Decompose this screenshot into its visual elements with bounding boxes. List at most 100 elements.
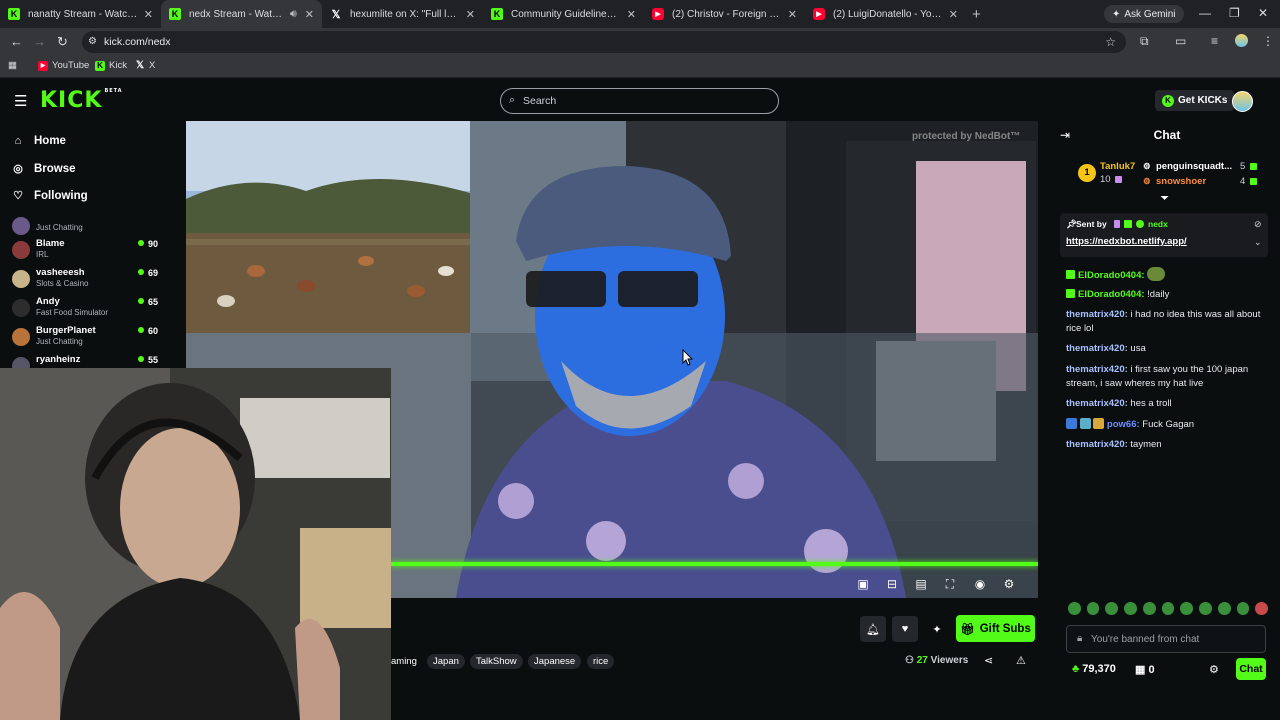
new-tab-button[interactable]: + [972, 6, 981, 23]
chat-message: ElDorado0404: !daily [1066, 288, 1271, 302]
emote-button[interactable] [1236, 602, 1250, 615]
search-input[interactable] [523, 92, 763, 110]
sidebar-channel[interactable]: BurgerPlanet Just Chatting 60 [12, 324, 162, 352]
close-icon[interactable]: ✕ [144, 8, 153, 21]
bookmark-kick[interactable]: K Kick [95, 60, 127, 71]
chat-title: Chat [1153, 128, 1181, 142]
bookmark-youtube[interactable]: ▶ YouTube [38, 60, 89, 71]
sidebar-channel[interactable]: Andy Fast Food Simulator 65 [12, 295, 162, 323]
close-icon[interactable]: ✕ [466, 8, 475, 21]
emote-button[interactable] [1086, 602, 1100, 615]
close-icon[interactable]: ✕ [627, 8, 636, 21]
nav-following[interactable]: ♡ Following [12, 189, 88, 203]
tag-chip[interactable]: Japan [427, 654, 465, 669]
mini-player-icon[interactable]: ▣ [855, 577, 871, 593]
chat-panel: ⇥ Chat 1 Tanluk7 10 ⚙ penguinsquadt... 5… [1054, 120, 1280, 720]
apps-grid-icon[interactable]: ▦ [8, 60, 17, 71]
chat-settings-icon[interactable]: ⚙ [1209, 663, 1219, 676]
pinned-link[interactable]: https://nedxbot.netlify.app/ [1066, 236, 1187, 247]
channel-avatar [12, 241, 30, 259]
kick-logo[interactable]: KICK BETA [40, 88, 123, 113]
clip-icon[interactable]: ⊟ [884, 577, 900, 593]
playback-speed-icon[interactable]: ◉ [972, 577, 988, 593]
close-icon[interactable]: ✕ [788, 8, 797, 21]
reload-button[interactable]: ↻ [57, 34, 68, 50]
emote-button[interactable] [1105, 602, 1119, 615]
nav-browse[interactable]: ◎ Browse [12, 162, 75, 176]
cast-icon[interactable]: ▭ [1175, 34, 1186, 48]
report-warning-icon[interactable]: ⚠ [1016, 654, 1026, 667]
hamburger-menu-icon[interactable]: ☰ [14, 92, 27, 110]
kicks-balance[interactable]: ♣ 79,370 [1072, 663, 1116, 675]
site-info-icon[interactable]: ⚙︎ [88, 36, 97, 47]
search-box[interactable]: ⌕ [500, 88, 779, 114]
follow-heart-button[interactable]: ♥ [892, 616, 918, 642]
menu-kebab-icon[interactable]: ⋮ [1262, 34, 1274, 48]
progress-bar[interactable] [391, 562, 1038, 566]
notifications-bell-button[interactable]: 🔔︎ [860, 616, 886, 642]
browser-tab[interactable]: ▶ (2) LuigiDonatello - YouTube ✕ [805, 0, 966, 28]
browser-tab[interactable]: 𝕏 hexumlite on X: "Full leadup an ✕ [322, 0, 483, 28]
nav-home[interactable]: ⌂ Home [12, 135, 66, 147]
bookmark-x[interactable]: 𝕏 X [135, 60, 155, 71]
bookmark-star-icon[interactable]: ☆ [1105, 35, 1116, 49]
emote-button[interactable] [1161, 602, 1175, 615]
browser-tab-bar: K nanatty Stream - Watch Live o ✕ K nedx… [0, 0, 1280, 28]
forward-button[interactable]: → [33, 34, 46, 49]
leader-name[interactable]: snowshoer [1156, 176, 1206, 187]
pinned-sender[interactable]: nedx [1148, 219, 1168, 229]
speaker-icon[interactable]: 🔊︎ [290, 8, 297, 21]
fullscreen-icon[interactable]: ⛶ [942, 577, 958, 593]
sub-badge-icon [1115, 176, 1122, 183]
browser-tab-active[interactable]: K nedx Stream - Watch Live o 🔊︎ ✕ [161, 0, 322, 28]
ask-gemini-button[interactable]: ✦ Ask Gemini [1104, 5, 1184, 23]
unpin-icon[interactable]: ⊘ [1254, 219, 1262, 230]
emote-button[interactable] [1217, 602, 1231, 615]
close-icon[interactable]: ✕ [305, 8, 314, 21]
send-chat-button[interactable]: Chat [1236, 658, 1266, 680]
leader-name[interactable]: penguinsquadt... [1156, 161, 1232, 172]
sidebar-channel[interactable]: Blame IRL 90 [12, 237, 162, 265]
close-icon[interactable]: ✕ [949, 8, 958, 21]
chat-input[interactable] [1091, 631, 1261, 647]
viewer-count: 60 [138, 326, 158, 336]
get-kicks-button[interactable]: K Get KICKs [1155, 90, 1235, 111]
address-bar[interactable]: ⚙︎ kick.com/nedx ☆ [82, 31, 1126, 53]
close-window-button[interactable]: ✕ [1258, 6, 1268, 20]
back-button[interactable]: ← [10, 34, 23, 49]
emote-button[interactable] [1124, 602, 1137, 615]
bookmarks-bar: ▦ ▶ YouTube K Kick 𝕏 X [0, 56, 1280, 78]
user-avatar[interactable] [1232, 91, 1253, 112]
chat-message: thematrix420: hes a troll [1066, 398, 1172, 409]
tag-chip[interactable]: Japanese [528, 654, 582, 669]
browser-tab[interactable]: K nanatty Stream - Watch Live o ✕ [0, 0, 161, 28]
browser-tab[interactable]: ▶ (2) Christov - Foreign (iamMAN ✕ [644, 0, 805, 28]
emote-button[interactable] [1199, 602, 1212, 615]
browser-tab[interactable]: K Community Guidelines - Kick S ✕ [483, 0, 644, 28]
channel-avatar [12, 328, 30, 346]
maximize-button[interactable]: ❐ [1229, 6, 1240, 20]
leader-name[interactable]: Tanluk7 [1100, 161, 1135, 172]
rank-badge: 1 [1078, 164, 1096, 182]
emote-button[interactable] [1255, 602, 1269, 615]
sidebar-channel[interactable]: vasheeesh Slots & Casino 69 [12, 266, 162, 294]
emote-button[interactable] [1180, 602, 1194, 615]
leader-icon: ⚙ [1143, 161, 1151, 171]
minimize-button[interactable]: — [1199, 6, 1211, 20]
reading-list-icon[interactable]: ≡ [1211, 34, 1218, 48]
settings-gear-icon[interactable]: ⚙ [1001, 577, 1017, 593]
expand-pinned-icon[interactable]: ⌄ [1254, 237, 1262, 248]
emote-button[interactable] [1142, 602, 1156, 615]
tab-title: nedx Stream - Watch Live o [189, 8, 284, 20]
profile-avatar[interactable] [1235, 34, 1248, 47]
tag-chip[interactable]: TalkShow [470, 654, 523, 669]
emote-button[interactable] [1068, 602, 1081, 615]
share-icon[interactable]: ⋖ [984, 654, 993, 667]
store-balance[interactable]: ▦ 0 [1135, 663, 1155, 676]
extensions-icon[interactable]: ⧉ [1140, 34, 1149, 49]
tag-chip[interactable]: rice [587, 654, 615, 669]
expand-leaderboard-icon[interactable]: ⏷ [1161, 193, 1169, 204]
gift-subs-button[interactable]: 🎁︎ Gift Subs [956, 615, 1035, 642]
theater-mode-icon[interactable]: ▤ [913, 577, 929, 593]
sparkle-button[interactable]: ✦ [924, 616, 950, 642]
